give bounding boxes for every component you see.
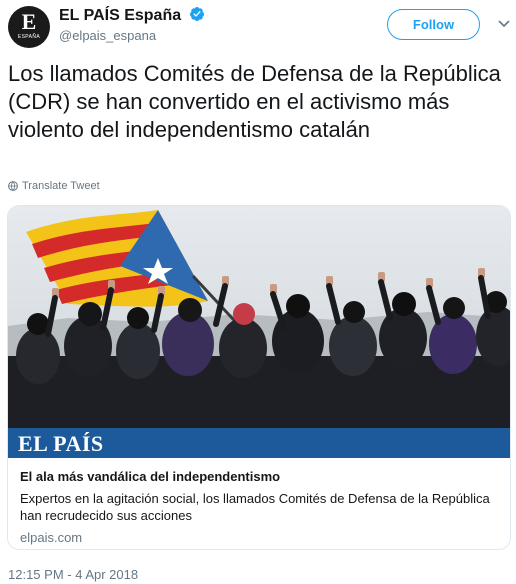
display-name[interactable]: EL PAÍS España	[59, 7, 181, 24]
card-description: Expertos en la agitación social, los lla…	[20, 491, 490, 523]
card-image[interactable]: EL PAÍS	[8, 206, 510, 458]
link-card[interactable]: EL PAÍS El ala más vandálica del indepen…	[7, 205, 511, 550]
tweet-timestamp[interactable]: 12:15 PM - 4 Apr 2018	[8, 567, 138, 582]
name-row: EL PAÍS España	[59, 6, 205, 26]
avatar[interactable]: E ESPAÑA	[8, 6, 50, 48]
translate-tweet-link[interactable]: Translate Tweet	[8, 180, 100, 192]
el-pais-logo: EL PAÍS	[18, 431, 104, 456]
card-body[interactable]: El ala más vandálica del independentismo…	[20, 468, 500, 545]
card-domain[interactable]: elpais.com	[20, 530, 500, 545]
globe-icon	[8, 181, 18, 191]
follow-button[interactable]: Follow	[387, 9, 480, 40]
translate-label: Translate Tweet	[22, 180, 100, 192]
chevron-down-icon[interactable]	[498, 18, 510, 30]
account-handle[interactable]: @elpais_espana	[59, 28, 156, 43]
protest-photo	[8, 206, 510, 458]
avatar-caption: ESPAÑA	[17, 34, 41, 40]
avatar-monogram: E	[21, 9, 37, 34]
tweet-text: Los llamados Comités de Defensa de la Re…	[8, 61, 501, 142]
verified-badge-icon	[189, 7, 204, 21]
card-title[interactable]: El ala más vandálica del independentismo	[20, 468, 500, 485]
tweet-header: E ESPAÑA EL PAÍS España @elpais_espana F…	[8, 4, 510, 48]
brand-bar: EL PAÍS	[8, 428, 510, 458]
